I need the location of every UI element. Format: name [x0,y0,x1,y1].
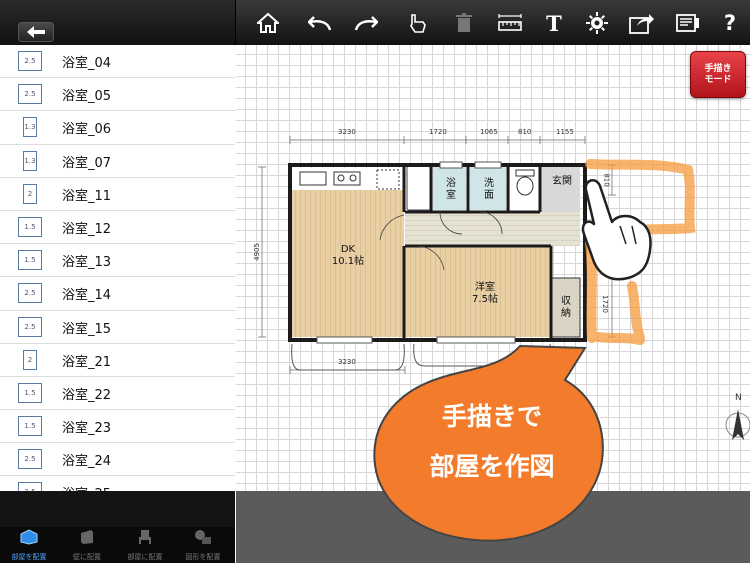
bath-tub [406,165,432,211]
bath-label: 浴室 [446,178,456,201]
dim-top-1: 3230 [338,128,356,136]
entrance-room[interactable] [541,166,580,212]
hallway [405,212,580,246]
compass-icon [725,409,750,440]
yoshitsu-label: 洋室 7.5帖 [465,282,505,306]
dim-top-4: 810 [518,128,532,136]
dim-right-top: 810 [602,173,611,187]
dk-size: 10.1帖 [331,256,365,267]
toilet-icon [515,169,535,196]
dim-top-5: 1155 [556,128,574,136]
dim-top-3: 1065 [480,128,498,136]
compass-label: N [735,393,742,403]
bubble-line1: 手描きで [441,402,542,431]
washroom-label: 洗面 [484,178,494,201]
storage-label: 収納 [561,296,571,319]
dim-left: 4905 [252,243,261,261]
entrance-label: 玄関 [552,176,572,187]
dim-right-mid: 1720 [600,295,609,313]
yoshitsu-size: 7.5帖 [472,294,498,305]
sink-icon [299,171,327,186]
dk-name: DK [340,244,356,255]
floor-plan[interactable] [0,0,750,563]
bubble-text: 手描きで 部屋を作図 [392,392,592,492]
yoshitsu-name: 洋室 [475,282,495,293]
bubble-line2: 部屋を作図 [429,452,555,481]
dk-label: DK 10.1帖 [328,244,368,268]
dim-bottom: 3230 [338,358,356,366]
fridge-icon [376,169,400,190]
dim-top-2: 1720 [429,128,447,136]
